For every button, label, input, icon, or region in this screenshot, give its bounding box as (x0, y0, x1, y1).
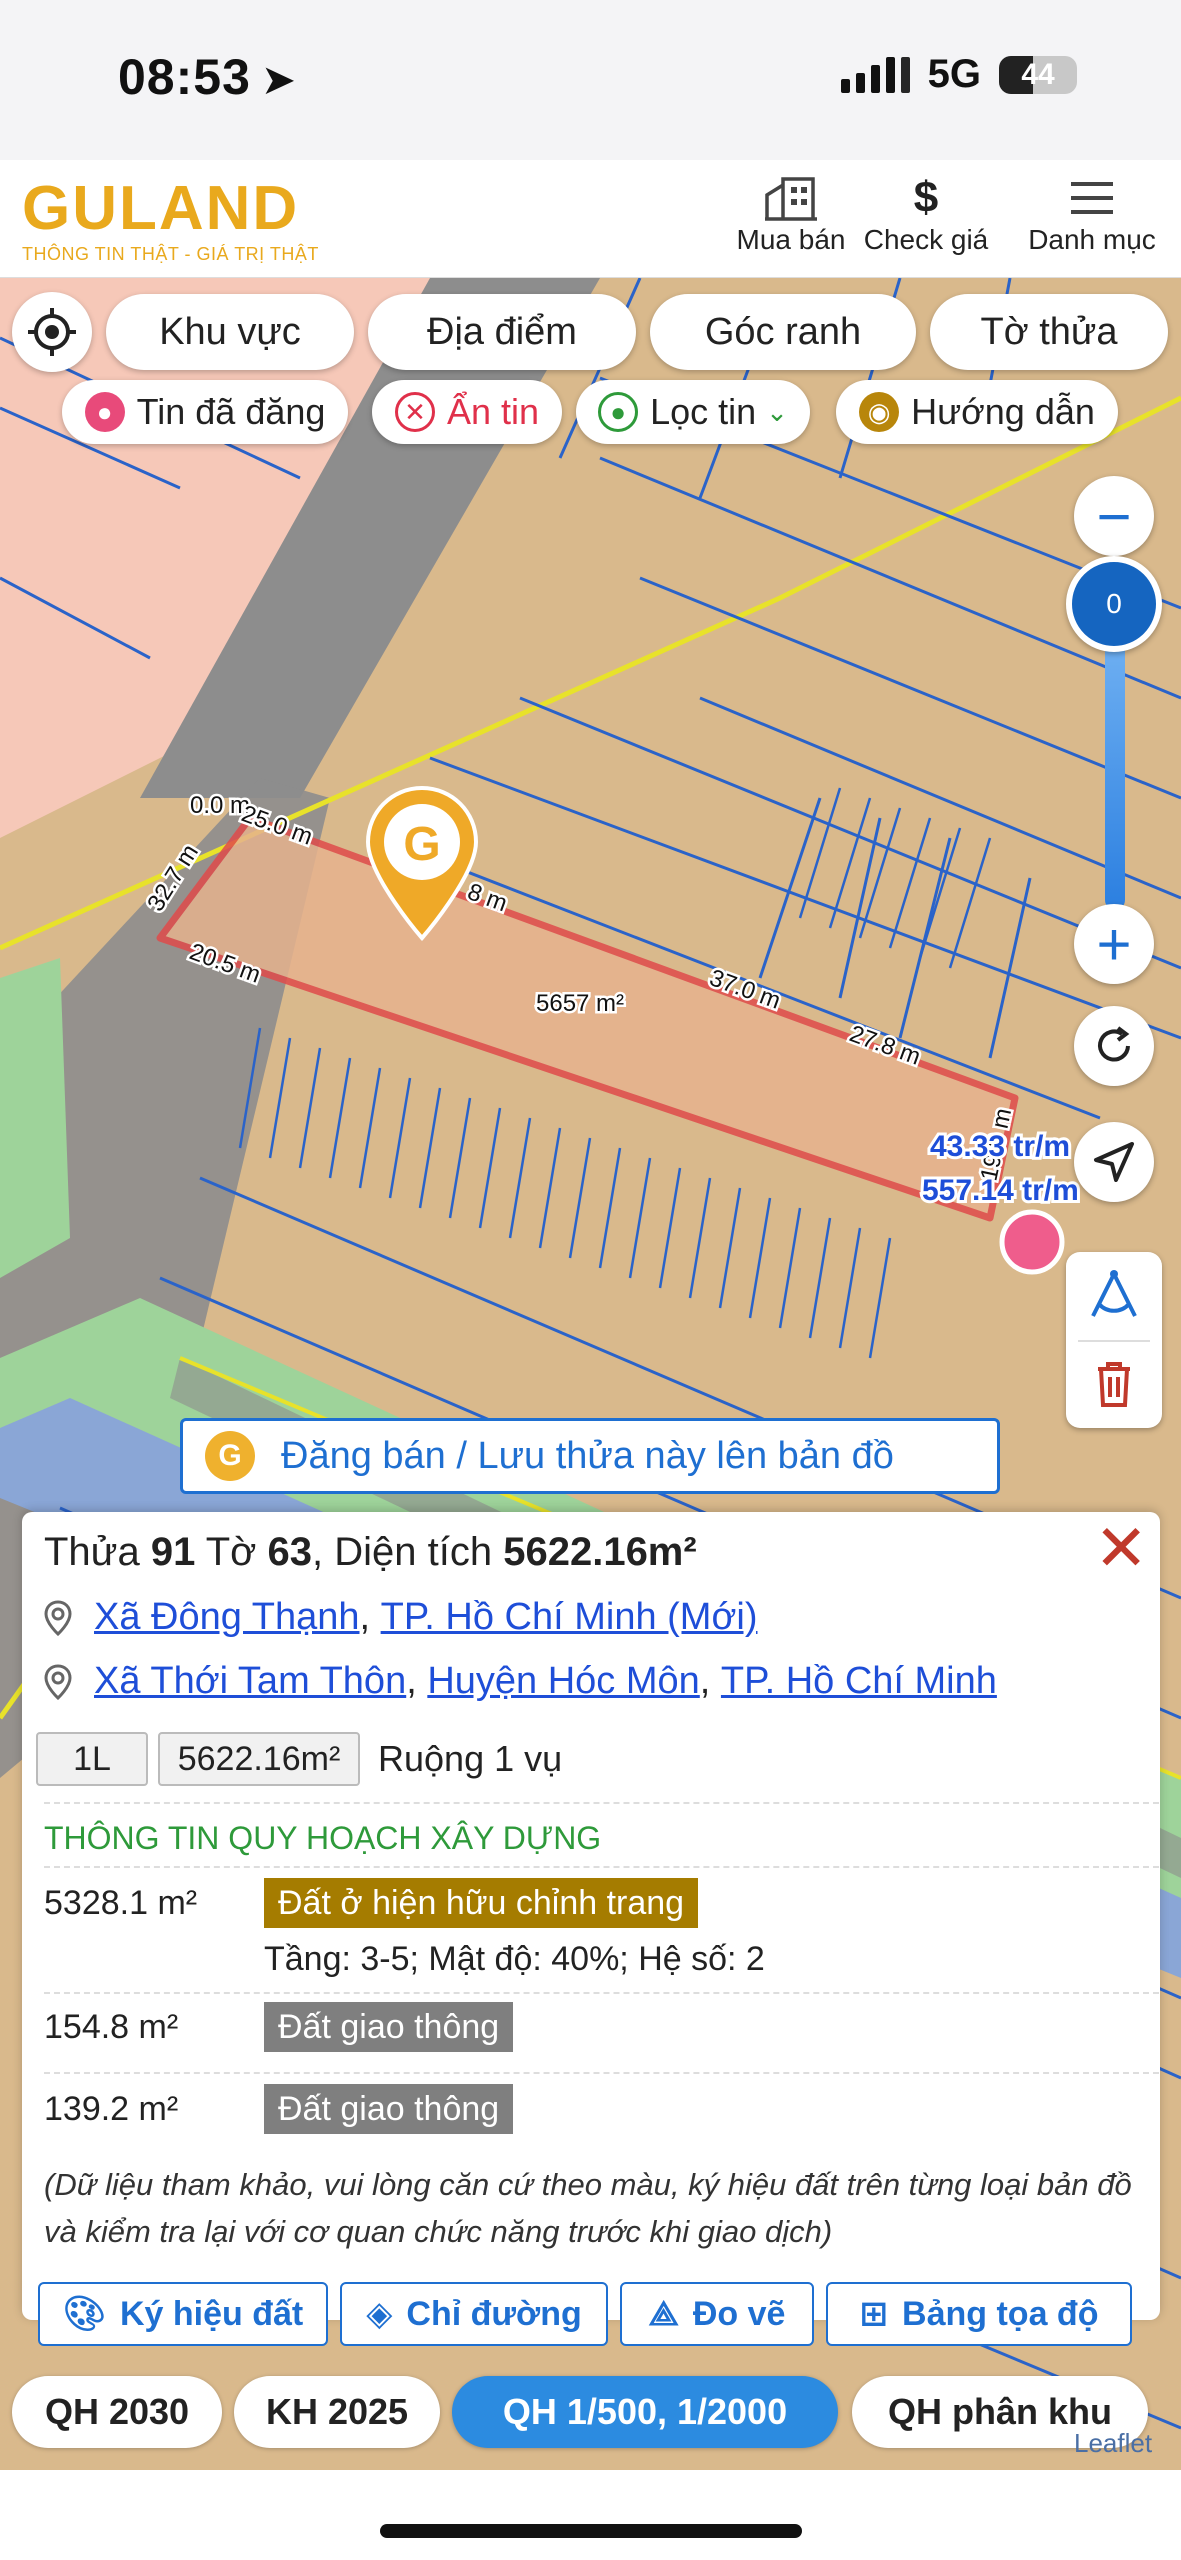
close-circle-icon: ✕ (394, 392, 435, 432)
save-parcel-banner[interactable]: G Đăng bán / Lưu thửa này lên bản đồ (180, 1418, 1000, 1494)
vertex-marker (999, 1209, 1065, 1275)
city-link[interactable]: TP. Hồ Chí Minh (721, 1660, 997, 1703)
toggle-hide-listings[interactable]: ✕ Ẩn tin (372, 380, 562, 444)
palette-icon: 🎨︎ (62, 2295, 106, 2333)
toggle-posted-listings[interactable]: ● Tin đã đăng (62, 380, 348, 444)
navigate-button[interactable] (1074, 1122, 1154, 1202)
refresh-button[interactable] (1074, 1006, 1154, 1086)
app-header: GULAND THÔNG TIN THẬT - GIÁ TRỊ THẬT Mua… (0, 160, 1181, 278)
minus-icon: − (1096, 482, 1132, 550)
measure-button[interactable]: ⟁ Đo vẽ (620, 2282, 814, 2346)
guland-g-icon: G (205, 1431, 255, 1481)
zoning-detail: Tầng: 3-5; Mật độ: 40%; Hệ số: 2 (264, 1940, 765, 1978)
navigation-arrow-icon (1094, 1142, 1134, 1182)
filter-area-button[interactable]: Khu vực (106, 294, 354, 370)
zoom-slider-track[interactable] (1105, 640, 1125, 910)
check-price-button[interactable]: $ Check giá (858, 172, 994, 256)
svg-text:G: G (403, 818, 440, 871)
measure-icon (1091, 1270, 1137, 1317)
zoom-slider-knob[interactable]: 0 (1066, 556, 1162, 652)
planning-heading: THÔNG TIN QUY HOẠCH XÂY DỰNG (44, 1820, 602, 1856)
home-indicator[interactable] (380, 2524, 802, 2538)
zoning-tag: Đất giao thông (264, 2002, 514, 2052)
trash-icon (1098, 1362, 1130, 1407)
building-icon (706, 172, 876, 224)
measure-tool-button[interactable] (1066, 1252, 1162, 1340)
layer-qh-2030[interactable]: QH 2030 (12, 2376, 222, 2448)
land-code-tag: 1L (36, 1732, 148, 1786)
signal-icon (840, 56, 910, 93)
menu-icon (1022, 172, 1162, 224)
battery-icon: 44 (999, 55, 1077, 94)
measure-icon: ⟁ (648, 2294, 679, 2333)
crosshair-icon (28, 308, 76, 356)
status-time: 08:53 ➤ (118, 49, 298, 105)
location-pin-icon (44, 1599, 72, 1636)
close-icon[interactable]: ✕ (1094, 1516, 1148, 1580)
zoning-tag: Đất ở hiện hữu chỉnh trang (264, 1878, 699, 1928)
city-link[interactable]: TP. Hồ Chí Minh (Mới) (381, 1596, 758, 1639)
location-pin-icon (44, 1663, 72, 1700)
layer-qh-1-500[interactable]: QH 1/500, 1/2000 (452, 2376, 838, 2448)
parcel-info-panel: ✕ Thửa 91 Tờ 63, Diện tích 5622.16m² Xã … (22, 1512, 1160, 2346)
price-total-label: 557.14 tr/m (922, 1174, 1079, 1207)
locate-me-button[interactable] (12, 292, 92, 372)
address-old: Xã Thới Tam Thôn, Huyện Hóc Môn, TP. Hồ … (44, 1660, 997, 1703)
listing-dot-icon: ● (84, 392, 125, 432)
guide-icon: ◉ (859, 392, 900, 432)
zoom-out-button[interactable]: − (1074, 476, 1154, 556)
land-type: Ruộng 1 vụ (378, 1738, 563, 1779)
status-indicators: 5G 44 (840, 52, 1077, 97)
address-new: Xã Đông Thạnh, TP. Hồ Chí Minh (Mới) (44, 1596, 757, 1639)
guide-button[interactable]: ◉ Hướng dẫn (836, 380, 1118, 444)
map-attribution[interactable]: Leaflet (1074, 2428, 1152, 2459)
layer-kh-2025[interactable]: KH 2025 (234, 2376, 440, 2448)
filter-location-button[interactable]: Địa điểm (368, 294, 636, 370)
land-area-tag: 5622.16m² (158, 1732, 360, 1786)
zoom-in-button[interactable]: + (1074, 904, 1154, 984)
delete-drawing-button[interactable] (1066, 1340, 1162, 1428)
location-arrow-icon: ➤ (260, 56, 298, 103)
commune-link[interactable]: Xã Thới Tam Thôn (94, 1660, 406, 1703)
pin-icon: ● (598, 392, 639, 432)
menu-button[interactable]: Danh mục (1022, 172, 1162, 256)
filter-listings-dropdown[interactable]: ● Lọc tin ⌄ (576, 380, 810, 444)
table-icon: ⊞ (859, 2295, 889, 2333)
price-per-m2-label: 43.33 tr/m (930, 1130, 1070, 1163)
status-bar: 08:53 ➤ 5G 44 (0, 0, 1181, 160)
coordinate-table-button[interactable]: ⊞ Bảng tọa độ (826, 2282, 1132, 2346)
guland-logo[interactable]: GULAND THÔNG TIN THẬT - GIÁ TRỊ THẬT (22, 178, 319, 265)
dollar-icon: $ (913, 173, 939, 222)
draw-tools (1066, 1252, 1162, 1428)
area-label: 5657 m² (536, 990, 624, 1017)
directions-icon: ◈ (366, 2295, 393, 2333)
network-type: 5G (927, 52, 981, 96)
land-symbol-button[interactable]: 🎨︎ Ký hiệu đất (38, 2282, 328, 2346)
plan-area: 139.2 m² (44, 2090, 179, 2128)
plus-icon: + (1096, 910, 1132, 978)
refresh-icon (1098, 1026, 1130, 1062)
zoning-tag: Đất giao thông (264, 2084, 514, 2134)
chevron-down-icon: ⌄ (766, 396, 788, 427)
directions-button[interactable]: ◈ Chỉ đường (340, 2282, 608, 2346)
ward-link[interactable]: Xã Đông Thạnh (94, 1596, 360, 1639)
filter-boundary-button[interactable]: Góc ranh (650, 294, 916, 370)
parcel-title: Thửa 91 Tờ 63, Diện tích 5622.16m² (44, 1530, 697, 1574)
plan-area: 5328.1 m² (44, 1884, 198, 1922)
plan-area: 154.8 m² (44, 2008, 179, 2046)
district-link[interactable]: Huyện Hóc Môn (427, 1660, 699, 1703)
home-bar-area (0, 2470, 1181, 2560)
buy-sell-button[interactable]: Mua bán (706, 172, 876, 256)
disclaimer-note: (Dữ liệu tham khảo, vui lòng căn cứ theo… (44, 2167, 1132, 2249)
filter-sheet-parcel-button[interactable]: Tờ thửa (930, 294, 1168, 370)
